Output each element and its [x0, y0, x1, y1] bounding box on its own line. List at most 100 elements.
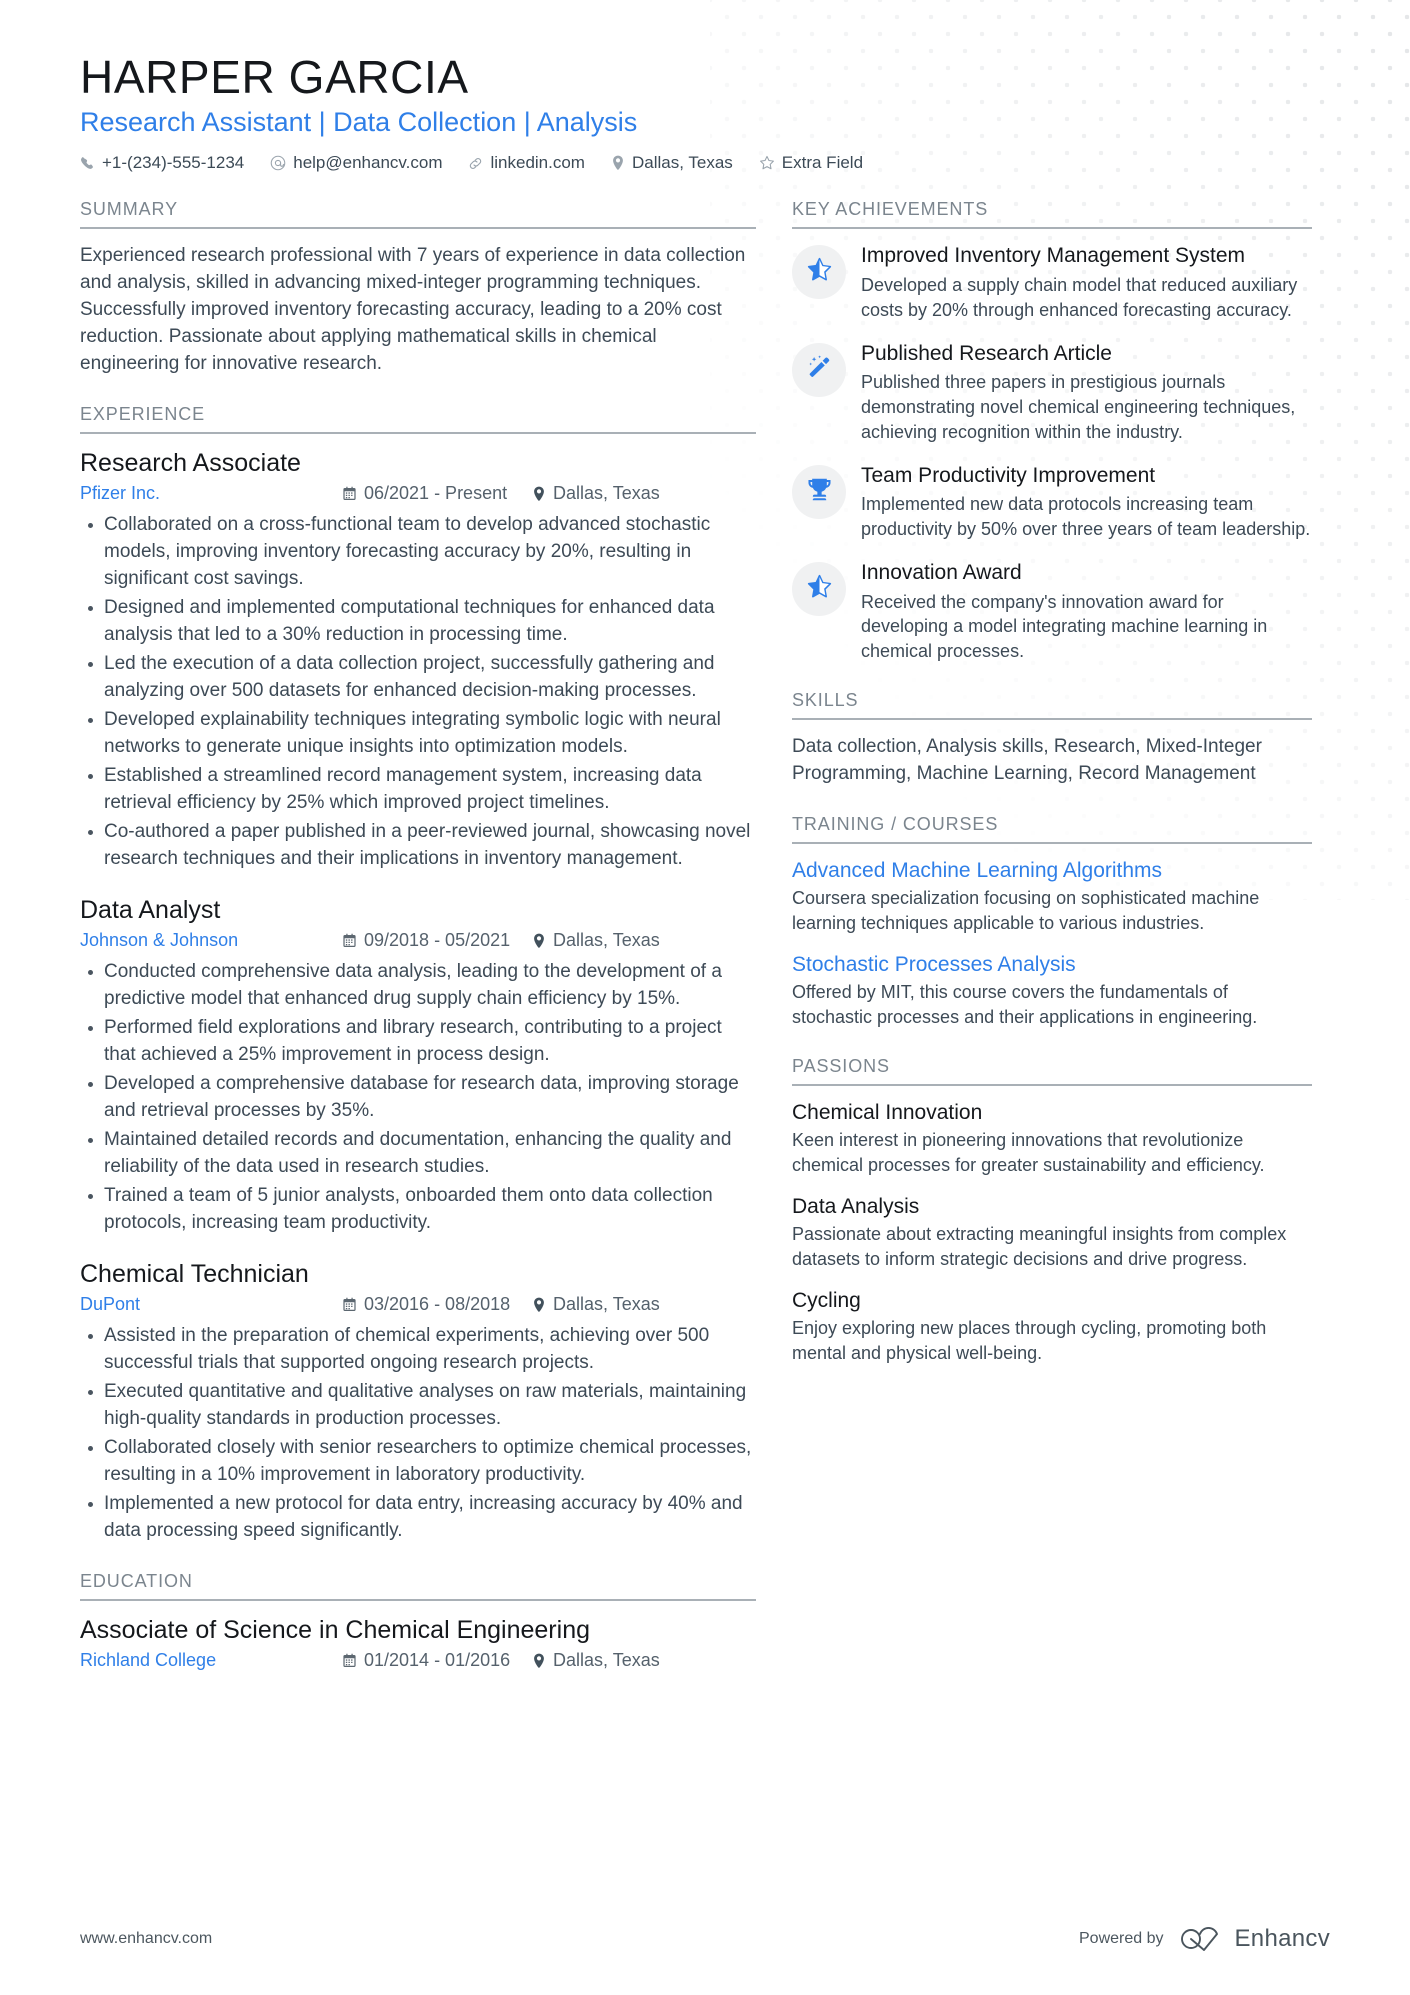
entry-date-text: 01/2014 - 01/2016	[364, 1650, 511, 1671]
entry-date-range: 01/2014 - 01/2016	[342, 1650, 532, 1671]
footer-branding: Powered by Enhancv	[1079, 1925, 1330, 1953]
entry-bullet: Executed quantitative and qualitative an…	[88, 1379, 756, 1433]
achievements-list: Improved Inventory Management System Deve…	[792, 243, 1312, 664]
skills-section-title: SKILLS	[792, 690, 1312, 720]
contact-item-star-outline[interactable]: Extra Field	[759, 153, 863, 173]
passions-list: Chemical Innovation Keen interest in pion…	[792, 1100, 1312, 1366]
achievement-item: Improved Inventory Management System Deve…	[792, 243, 1312, 322]
summary-section-title: SUMMARY	[80, 199, 756, 230]
entry-bullet: Collaborated closely with senior researc…	[88, 1435, 756, 1489]
entry-job-title: Data Analyst	[80, 895, 221, 924]
entry-bullet: Developed a comprehensive database for r…	[88, 1071, 756, 1125]
entry-job-title: Associate of Science in Chemical Enginee…	[80, 1615, 590, 1644]
course-title[interactable]: Advanced Machine Learning Algorithms	[792, 858, 1312, 884]
two-column-body: SUMMARY Experienced research professiona…	[80, 199, 1330, 1697]
contact-row: +1-(234)-555-1234 help@enhancv.com linkedi…	[80, 153, 1330, 185]
powered-by-label: Powered by	[1079, 1930, 1164, 1947]
entry-location-text: Dallas, Texas	[553, 483, 660, 504]
achievement-item: Innovation Award Received the company's i…	[792, 560, 1312, 664]
candidate-name: HARPER GARCIA	[80, 51, 469, 103]
entry-organization[interactable]: Richland College	[80, 1650, 342, 1671]
entry-date-range: 06/2021 - Present	[342, 483, 532, 504]
contact-item-phone[interactable]: +1-(234)-555-1234	[80, 153, 244, 173]
entry-bullet: Assisted in the preparation of chemical …	[88, 1323, 756, 1377]
candidate-headline: Research Assistant | Data Collection | A…	[80, 106, 638, 137]
achievement-body: Team Productivity Improvement Implemented…	[861, 463, 1312, 542]
calendar-icon	[342, 933, 357, 948]
experience-entry: Chemical Technician DuPont 03/2016 - 08/20…	[80, 1259, 756, 1545]
calendar-icon	[342, 486, 357, 501]
achievement-body: Improved Inventory Management System Deve…	[861, 243, 1312, 322]
achievement-item: Team Productivity Improvement Implemented…	[792, 463, 1312, 542]
location-pin-icon	[532, 1653, 546, 1669]
education-entry: Associate of Science in Chemical Enginee…	[80, 1615, 756, 1671]
passion-description: Keen interest in pioneering innovations …	[792, 1129, 1265, 1175]
entry-location: Dallas, Texas	[532, 930, 660, 951]
footer-website[interactable]: www.enhancv.com	[80, 1930, 212, 1948]
achievement-title: Innovation Award	[861, 560, 1022, 584]
entry-bullet: Trained a team of 5 junior analysts, onb…	[88, 1183, 756, 1237]
training-list: Advanced Machine Learning Algorithms Cour…	[792, 858, 1312, 1030]
resume-page: HARPER GARCIA Research Assistant | Data …	[0, 0, 1410, 1995]
contact-item-link[interactable]: linkedin.com	[468, 153, 585, 173]
magic-wand-icon	[806, 354, 833, 386]
achievement-description: Received the company's innovation award …	[861, 591, 1268, 662]
entry-location-text: Dallas, Texas	[553, 1650, 660, 1671]
course-item: Stochastic Processes Analysis Offered by …	[792, 952, 1312, 1030]
entry-date-text: 03/2016 - 08/2018	[364, 1294, 511, 1315]
achievement-description: Published three papers in prestigious jo…	[861, 372, 1296, 442]
entry-organization[interactable]: Pfizer Inc.	[80, 483, 342, 504]
entry-bullet: Led the execution of a data collection p…	[88, 651, 756, 705]
entry-meta: DuPont 03/2016 - 08/2018 Dallas, Texas	[80, 1294, 756, 1315]
enhancv-logo-icon	[1180, 1926, 1226, 1952]
contact-text: Extra Field	[781, 153, 864, 173]
entry-bullet: Implemented a new protocol for data entr…	[88, 1491, 756, 1545]
achievement-badge	[792, 464, 846, 519]
passion-item: Data Analysis Passionate about extracting…	[792, 1194, 1312, 1272]
course-title[interactable]: Stochastic Processes Analysis	[792, 952, 1312, 978]
achievement-item: Published Research Article Published thre…	[792, 341, 1312, 445]
course-item: Advanced Machine Learning Algorithms Cour…	[792, 858, 1312, 936]
contact-item-email[interactable]: help@enhancv.com	[270, 153, 442, 173]
entry-organization[interactable]: DuPont	[80, 1294, 342, 1315]
entry-bullet: Established a streamlined record managem…	[88, 763, 756, 817]
course-description: Coursera specialization focusing on soph…	[792, 888, 1260, 933]
education-list: Associate of Science in Chemical Enginee…	[80, 1615, 756, 1671]
education-section-title: EDUCATION	[80, 1571, 756, 1601]
achievement-badge	[792, 245, 846, 300]
entry-bullet: Co-authored a paper published in a peer-…	[88, 819, 756, 873]
entry-bullet: Maintained detailed records and document…	[88, 1127, 756, 1181]
entry-job-title: Chemical Technician	[80, 1259, 309, 1288]
entry-bullet-list: Conducted comprehensive data analysis, l…	[80, 959, 756, 1237]
entry-organization[interactable]: Johnson & Johnson	[80, 930, 342, 951]
contact-item-location-pin[interactable]: Dallas, Texas	[611, 153, 733, 173]
star-outline-icon	[759, 155, 775, 171]
skills-text: Data collection, Analysis skills, Resear…	[792, 735, 1262, 784]
achievement-title: Team Productivity Improvement	[861, 463, 1156, 487]
entry-bullet: Performed field explorations and library…	[88, 1015, 756, 1069]
location-pin-icon	[611, 155, 625, 171]
achievement-title: Published Research Article	[861, 341, 1112, 365]
experience-entry: Data Analyst Johnson & Johnson 09/2018 - 0…	[80, 895, 756, 1237]
passion-description: Enjoy exploring new places through cycli…	[792, 1317, 1267, 1363]
passions-section-title: PASSIONS	[792, 1056, 1312, 1086]
entry-location: Dallas, Texas	[532, 1294, 660, 1315]
calendar-icon	[342, 1653, 357, 1668]
summary-section: SUMMARY Experienced research professiona…	[80, 199, 756, 378]
location-pin-icon	[532, 1297, 546, 1313]
entry-date-range: 09/2018 - 05/2021	[342, 930, 532, 951]
entry-location-text: Dallas, Texas	[553, 1294, 660, 1315]
achievements-section-title: KEY ACHIEVEMENTS	[792, 199, 1312, 230]
skills-section: SKILLS Data collection, Analysis skills,…	[792, 690, 1312, 788]
achievement-title: Improved Inventory Management System	[861, 244, 1246, 268]
experience-list: Research Associate Pfizer Inc. 06/2021 - P…	[80, 448, 756, 1545]
education-section: EDUCATION Associate of Science in Chemic…	[80, 1571, 756, 1671]
achievement-description: Developed a supply chain model that redu…	[861, 274, 1298, 320]
achievement-description: Implemented new data protocols increasin…	[861, 494, 1311, 540]
training-section-title: TRAINING / COURSES	[792, 814, 1312, 844]
resume-content: HARPER GARCIA Research Assistant | Data …	[0, 0, 1410, 1697]
location-pin-icon	[532, 933, 546, 949]
passion-title: Data Analysis	[792, 1194, 920, 1218]
entry-date-text: 06/2021 - Present	[364, 483, 508, 504]
summary-text: Experienced research professional with 7…	[80, 245, 746, 375]
